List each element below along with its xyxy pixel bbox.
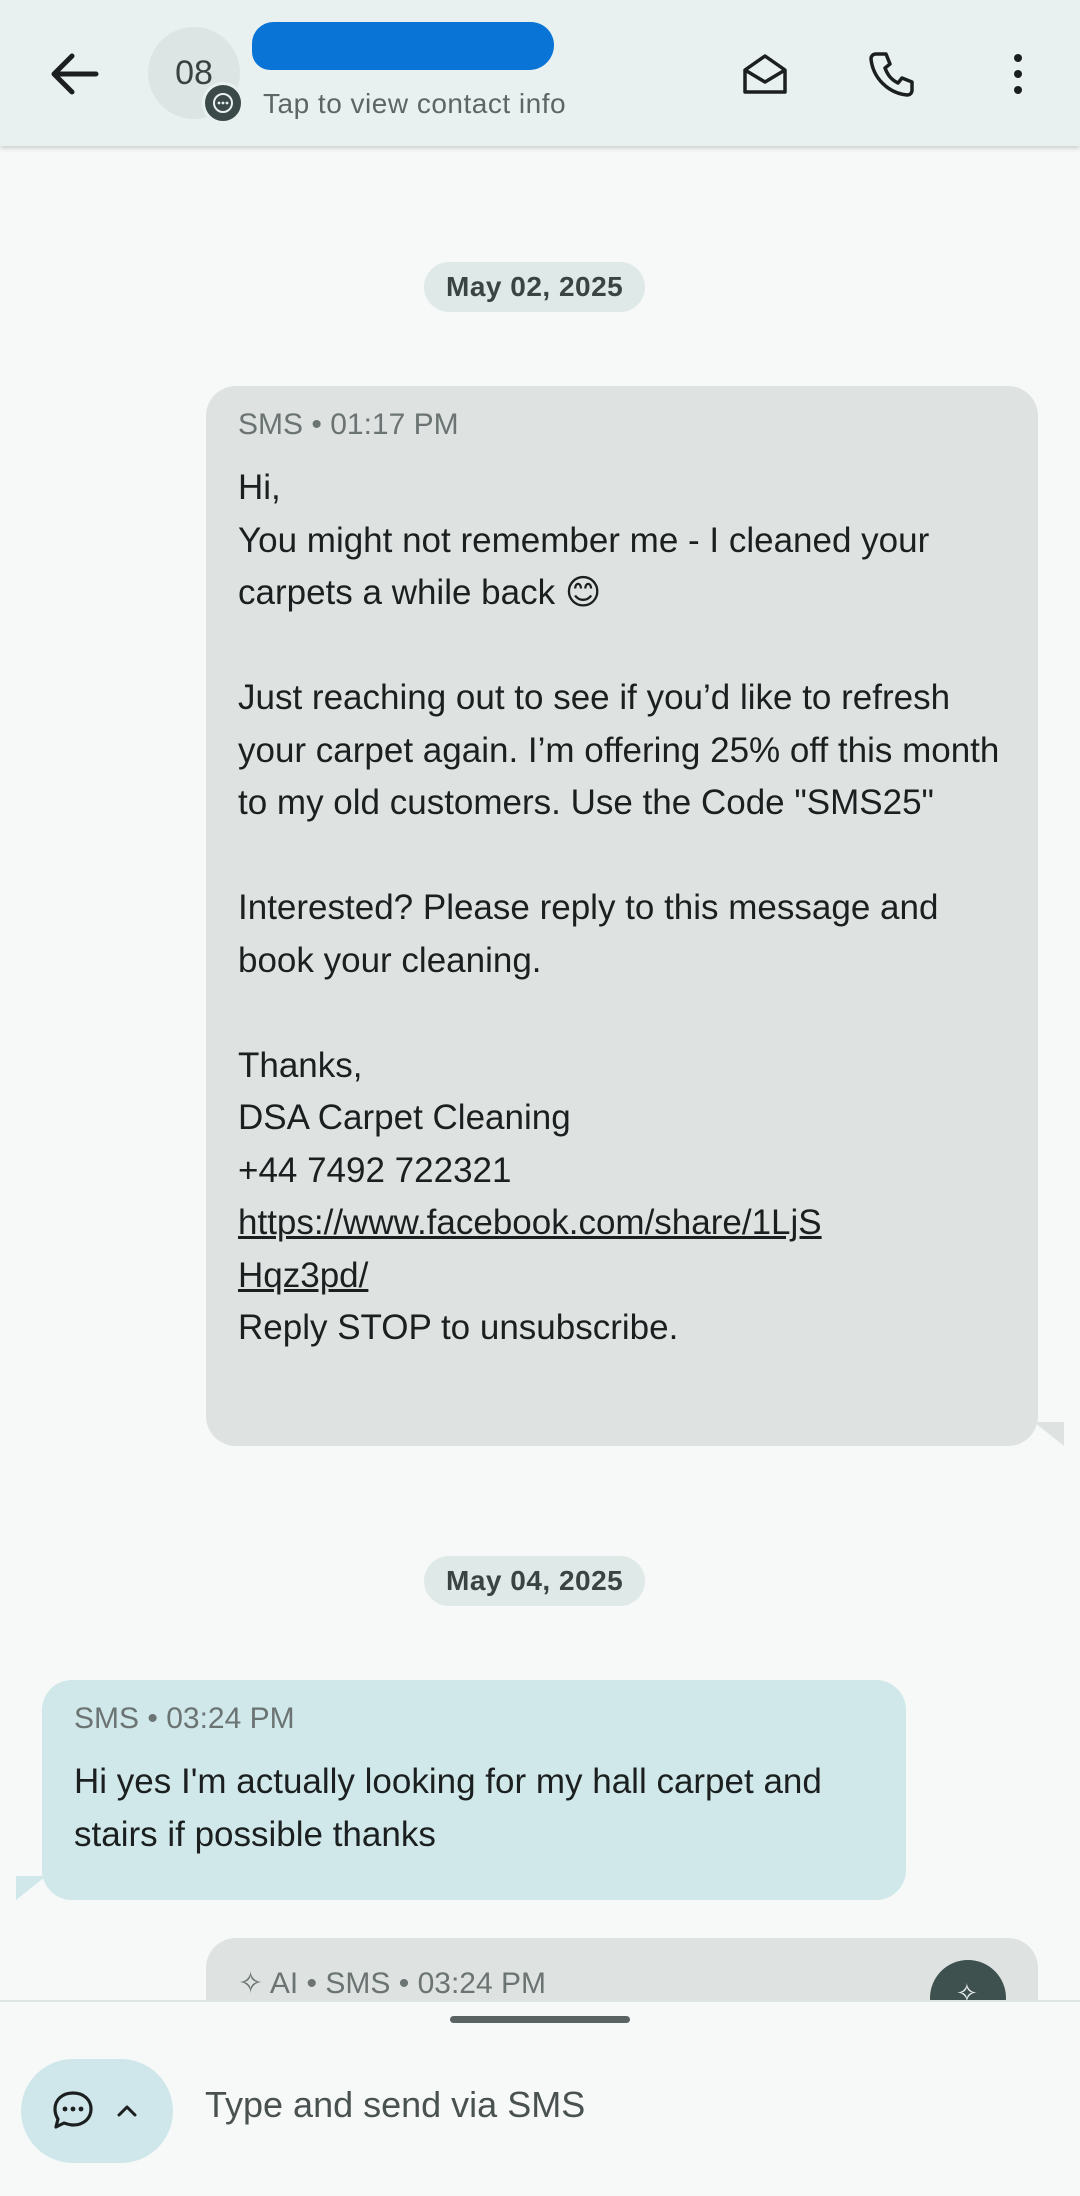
redacted-contact-name[interactable]: [252, 22, 554, 70]
message-meta: ✧ AI • SMS • 03:24 PM: [238, 1967, 546, 2000]
drag-handle[interactable]: [450, 2016, 630, 2023]
message-body: Hi, You might not remember me - I cleane…: [238, 462, 1006, 1355]
message-line: DSA Carpet Cleaning: [238, 1098, 571, 1137]
message-line: Hi,: [238, 468, 281, 507]
channel-selector-button[interactable]: [21, 2059, 173, 2163]
message-line: Reply STOP to unsubscribe.: [238, 1308, 679, 1347]
incoming-message-bubble[interactable]: SMS • 03:24 PM Hi yes I'm actually looki…: [42, 1680, 906, 1900]
message-link[interactable]: https://www.facebook.com/share/1LjSHqz3p…: [238, 1197, 838, 1302]
chevron-up-icon: [117, 2105, 137, 2117]
composer-bar: [0, 2000, 1080, 2196]
bubble-tail: [1034, 1422, 1064, 1446]
message-channel: SMS: [325, 1967, 391, 2000]
message-meta: SMS • 01:17 PM: [238, 408, 459, 441]
envelope-icon[interactable]: [737, 46, 793, 102]
conversation-header: 08 Tap to view contact info: [0, 0, 1080, 146]
message-line: Just reaching out to see if you’d like t…: [238, 678, 1000, 822]
more-options-icon[interactable]: [990, 46, 1046, 102]
message-time: 01:17 PM: [330, 408, 459, 441]
message-line: Interested? Please reply to this message…: [238, 888, 939, 980]
chat-bubble-icon: [53, 2091, 93, 2129]
message-line: +44 7492 722321: [238, 1150, 512, 1190]
message-prefix: AI: [269, 1967, 299, 2000]
back-arrow-icon[interactable]: [46, 46, 106, 102]
date-divider: May 04, 2025: [424, 1556, 646, 1606]
message-body: Hi yes I'm actually looking for my hall …: [74, 1762, 822, 1854]
message-time: 03:24 PM: [417, 1967, 546, 2000]
message-line: You might not remember me - I cleaned yo…: [238, 520, 930, 613]
bubble-tail: [16, 1876, 46, 1900]
message-meta: SMS • 03:24 PM: [74, 1702, 295, 1735]
message-input[interactable]: [205, 2084, 1025, 2126]
avatar-initials: 08: [175, 53, 213, 92]
sparkle-icon: ✧: [238, 1967, 270, 2000]
contact-subtitle[interactable]: Tap to view contact info: [263, 88, 566, 120]
message-channel: SMS: [238, 408, 304, 441]
message-channel: SMS: [74, 1702, 140, 1735]
phone-icon[interactable]: [864, 46, 920, 102]
date-divider: May 02, 2025: [424, 262, 646, 312]
message-time: 03:24 PM: [166, 1702, 295, 1735]
chat-badge-icon: [202, 82, 244, 124]
outgoing-message-bubble[interactable]: SMS • 01:17 PM Hi, You might not remembe…: [206, 386, 1038, 1446]
message-line: Thanks,: [238, 1045, 363, 1085]
